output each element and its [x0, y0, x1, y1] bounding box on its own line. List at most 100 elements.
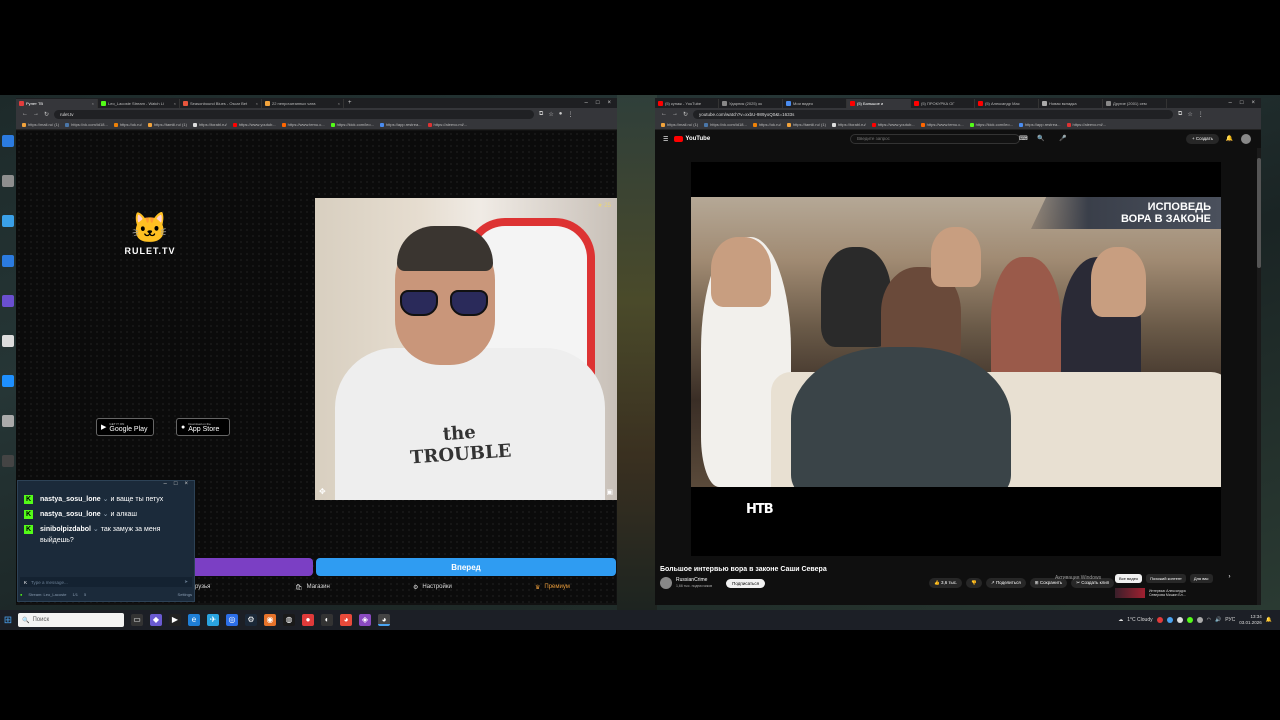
notification-bell-icon[interactable]: 🔔: [1266, 617, 1272, 623]
chat-settings[interactable]: Settings: [178, 592, 192, 597]
channel-info[interactable]: RussianCrime 1,66 тыс. подписчиков: [676, 577, 712, 589]
copilot-icon[interactable]: ◆: [150, 614, 162, 626]
tab-other[interactable]: Другие (2001) сем: [1103, 98, 1167, 108]
tab-youtube-1[interactable]: (5) купаж - YouTube: [655, 98, 719, 108]
new-tab-icon[interactable]: +: [348, 100, 352, 106]
minimize-icon[interactable]: –: [1229, 100, 1232, 106]
search-icon[interactable]: 🔍: [1037, 135, 1044, 142]
close-tab-icon[interactable]: ×: [92, 101, 94, 106]
bookmark-item[interactable]: https://tamiii.ru/ (1): [786, 122, 826, 127]
bookmark-item[interactable]: https://www.youtub...: [871, 122, 915, 127]
close-tab-icon[interactable]: ×: [174, 101, 176, 106]
chat-input[interactable]: K Type a message... ➤: [20, 577, 192, 587]
bookmark-item[interactable]: https://aleevo.ml/...: [427, 122, 467, 127]
app-icon[interactable]: ◉: [264, 614, 276, 626]
tray-icon[interactable]: [1186, 617, 1193, 623]
webcam-video[interactable]: the TROUBLE ★ 25 ✥ ▣: [315, 198, 617, 500]
back-icon[interactable]: ←: [22, 111, 28, 117]
close-tab-icon[interactable]: ×: [338, 101, 340, 106]
bookmark-item[interactable]: https://kick.com/leo...: [969, 122, 1013, 127]
edge-icon[interactable]: e: [188, 614, 200, 626]
maximize-icon[interactable]: □: [174, 481, 178, 490]
bookmark-item[interactable]: https://torabl.ru/: [192, 122, 227, 127]
bookmark-item[interactable]: https://www.youtub...: [232, 122, 276, 127]
scrollbar-thumb[interactable]: [1257, 158, 1261, 268]
create-button[interactable]: + Создать: [1186, 134, 1219, 144]
page-scrollbar[interactable]: [1257, 148, 1261, 605]
chevron-right-icon[interactable]: ›: [1229, 574, 1231, 583]
start-windows-icon[interactable]: ⊞: [0, 615, 16, 626]
close-icon[interactable]: ×: [607, 100, 611, 106]
nav-settings[interactable]: ⚙ Настройки: [413, 584, 535, 591]
extensions-icon[interactable]: ⧉: [1178, 111, 1182, 118]
reload-icon[interactable]: ↻: [44, 111, 49, 118]
desktop-icon[interactable]: [2, 175, 14, 187]
tab-youtube-3[interactable]: (5) Александр Мас: [975, 98, 1039, 108]
youtube-logo[interactable]: YouTube: [674, 136, 710, 142]
search-input[interactable]: Введите запрос: [850, 134, 1020, 144]
tray-icon[interactable]: [1196, 617, 1203, 623]
minimize-icon[interactable]: –: [164, 481, 167, 490]
bookmark-item[interactable]: https://www.temu.c...: [920, 122, 964, 127]
bookmark-item[interactable]: https://www.temu.c...: [281, 122, 325, 127]
minimize-icon[interactable]: –: [585, 100, 588, 106]
clock[interactable]: 13:34 03.01.2026: [1239, 614, 1262, 626]
mic-icon[interactable]: 🎤: [1059, 135, 1066, 142]
tab-kick[interactable]: Leo_Lacoste Stream - Watch Li ×: [98, 98, 180, 108]
chip-for-you[interactable]: Для вас: [1189, 574, 1213, 583]
close-icon[interactable]: ×: [1251, 100, 1255, 106]
url-input[interactable]: youtube.com/watch?v=xxbU-989yoQ0&t=1633s: [693, 109, 1174, 119]
obs-icon[interactable]: ◐: [321, 614, 333, 626]
weather-text[interactable]: 1°C Cloudy: [1127, 617, 1152, 623]
desktop-icon[interactable]: [2, 415, 14, 427]
bookmark-item[interactable]: https://torabl.ru/: [831, 122, 866, 127]
reload-icon[interactable]: ↻: [683, 111, 688, 118]
app-icon[interactable]: ◈: [359, 614, 371, 626]
media-icon[interactable]: ▶: [169, 614, 181, 626]
send-icon[interactable]: ➤: [184, 579, 192, 585]
chat-username[interactable]: nastya_sosu_lone: [40, 511, 101, 518]
bookmark-item[interactable]: https://vk.com/id18...: [65, 122, 108, 127]
purple-button[interactable]: [195, 558, 313, 576]
bookmark-item[interactable]: https://tamiii.ru/ (1): [147, 122, 187, 127]
tray-icon[interactable]: [1166, 617, 1173, 623]
forward-icon[interactable]: →: [33, 111, 39, 117]
dislike-button[interactable]: 👎: [966, 578, 982, 588]
steam-icon[interactable]: ⚙: [245, 614, 257, 626]
subscribe-button[interactable]: Подписаться: [726, 578, 766, 588]
app-icon[interactable]: ●: [302, 614, 314, 626]
tab-youtube-2[interactable]: (5) ПРОКУРКА ОГ: [911, 98, 975, 108]
chip-similar[interactable]: Похожий контент: [1146, 574, 1186, 583]
bookmark-item[interactable]: https://mail.ru/ (1): [22, 122, 59, 127]
bookmark-item[interactable]: https://ok.ru/: [752, 122, 781, 127]
app-icon[interactable]: ◍: [283, 614, 295, 626]
globe-icon[interactable]: ◎: [226, 614, 238, 626]
bookmark-item[interactable]: https://kick.com/leo...: [330, 122, 374, 127]
desktop-icon[interactable]: [2, 295, 14, 307]
desktop-icon[interactable]: [2, 215, 14, 227]
chip-all[interactable]: Все видео: [1115, 574, 1143, 583]
next-button[interactable]: Вперед: [316, 558, 616, 576]
bookmark-item[interactable]: https://app.restrea...: [379, 122, 422, 127]
nav-friends[interactable]: рузья: [195, 584, 295, 590]
maximize-icon[interactable]: □: [1240, 100, 1244, 106]
bookmark-item[interactable]: https://app.restrea...: [1018, 122, 1061, 127]
nav-shop[interactable]: 🛍 Магазин: [295, 584, 413, 591]
tab-my-videos[interactable]: Мои видео: [783, 98, 847, 108]
keyboard-icon[interactable]: ⌨: [1019, 135, 1028, 142]
tab-movie[interactable]: Ударник (2025) ок: [719, 98, 783, 108]
like-button[interactable]: 👍 3,6 тыс.: [929, 578, 963, 588]
share-button[interactable]: ↗ Поделиться: [985, 578, 1026, 588]
chrome-icon[interactable]: ◕: [340, 614, 352, 626]
tab-music[interactable]: Seasonbound Blues - Oscar Bet ×: [180, 98, 262, 108]
profile-icon[interactable]: ●: [559, 111, 563, 117]
bookmark-star-icon[interactable]: ☆: [1187, 111, 1192, 118]
bookmark-star-icon[interactable]: ☆: [548, 111, 553, 118]
avatar-icon[interactable]: [1241, 134, 1251, 144]
move-icon[interactable]: ✥: [319, 487, 326, 496]
back-icon[interactable]: ←: [661, 111, 667, 117]
close-tab-icon[interactable]: ×: [256, 101, 258, 106]
language-indicator[interactable]: РУС: [1225, 617, 1235, 623]
forward-icon[interactable]: →: [672, 111, 678, 117]
tab-chats[interactable]: 22 непрочитанных чата ×: [262, 98, 344, 108]
